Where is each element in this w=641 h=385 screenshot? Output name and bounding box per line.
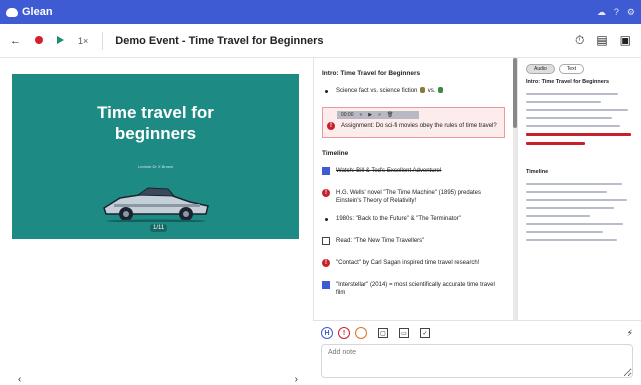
timeline-item[interactable]: 1980s: "Back to the Future" & "The Termi… xyxy=(322,215,505,227)
rewind-icon[interactable]: « xyxy=(360,112,363,118)
image-icon[interactable]: ▢ xyxy=(378,328,388,338)
previous-slide-icon[interactable]: ‹ xyxy=(18,374,21,385)
slide-preview[interactable]: Time travel for beginners Lecture Dr X B… xyxy=(12,74,299,239)
assignment-note: ! Assignment: Do sci-fi movies obey the … xyxy=(327,122,500,134)
slide-title-line-2: beginners xyxy=(114,124,197,143)
overview-panel: Audio Text Intro: Time Travel for Beginn… xyxy=(517,58,641,320)
notes-panel: Intro: Time Travel for Beginners Science… xyxy=(313,58,513,320)
glean-logo-icon xyxy=(6,7,18,17)
timeline-item-text: "Contact" by Carl Sagan inspired time tr… xyxy=(336,260,480,266)
tab-text[interactable]: Text xyxy=(558,64,584,74)
slide-page-indicator: 1/11 xyxy=(150,224,168,232)
bullet-icon xyxy=(325,90,328,93)
audio-time: 00:00 xyxy=(341,112,354,118)
help-icon[interactable]: ? xyxy=(614,7,619,18)
alert-icon: ! xyxy=(327,122,335,130)
slide-icon[interactable]: ▭ xyxy=(399,328,409,338)
emoji-alien-icon xyxy=(438,87,444,94)
page-title: Demo Event - Time Travel for Beginners xyxy=(115,34,324,47)
playback-speed-button[interactable]: 1× xyxy=(78,36,88,46)
audio-player: 00:00 « ▶ » 🗑 xyxy=(337,111,419,119)
note-composer: H ! ▢ ▭ ✓ ⚡ xyxy=(313,320,641,385)
timeline-item[interactable]: ! "Contact" by Carl Sagan inspired time t… xyxy=(322,259,505,271)
cloud-icon[interactable]: ☁ xyxy=(597,7,606,18)
record-icon xyxy=(35,35,43,44)
document-icon[interactable]: ▤ xyxy=(596,33,607,48)
emoji-icon xyxy=(420,87,426,94)
note-item[interactable]: Science fact vs. science fiction vs. xyxy=(322,87,505,99)
lightning-icon[interactable]: ⚡ xyxy=(627,328,633,339)
play-icon xyxy=(57,35,64,44)
bullet-icon xyxy=(325,218,328,221)
timeline-item-text: 1980s: "Back to the Future" & "The Termi… xyxy=(336,216,461,222)
timeline-item[interactable]: Read: "The New Time Travellers" xyxy=(322,237,505,249)
settings-icon[interactable]: ⚙ xyxy=(627,7,635,18)
next-slide-icon[interactable]: › xyxy=(295,374,298,385)
selected-note[interactable]: 00:00 « ▶ » 🗑 ! Assignment: Do sci-fi mo… xyxy=(322,107,505,138)
timeline-item-text: H.G. Wells' novel "The Time Machine" (18… xyxy=(336,190,482,204)
app-bar: Glean ☁ ? ⚙ xyxy=(0,0,641,24)
delete-icon[interactable]: 🗑 xyxy=(387,112,393,118)
play-icon[interactable]: ▶ xyxy=(368,112,372,118)
timeline-item[interactable]: "Interstellar" (2014) = most scientifica… xyxy=(322,281,505,297)
play-button[interactable] xyxy=(57,35,64,47)
checkbox-icon[interactable] xyxy=(322,281,330,289)
emoji-button[interactable] xyxy=(355,327,367,339)
checkbox-icon[interactable]: ✓ xyxy=(420,328,430,338)
slide-subtitle: Lecture Dr X Brown xyxy=(138,164,173,169)
toolbar-divider xyxy=(102,31,104,50)
toolbar: ← 1× Demo Event - Time Travel for Beginn… xyxy=(0,24,641,58)
section-heading-timeline: Timeline xyxy=(322,150,349,157)
timeline-item-text: Read: "The New Time Travellers" xyxy=(336,238,425,244)
section-heading-intro: Intro: Time Travel for Beginners xyxy=(322,70,421,77)
record-button[interactable] xyxy=(35,35,43,47)
timeline-item-text: "Interstellar" (2014) = most scientifica… xyxy=(336,282,495,296)
layout-icon[interactable]: ▣ xyxy=(620,33,631,48)
alert-icon: ! xyxy=(322,189,330,197)
back-arrow-icon[interactable]: ← xyxy=(10,35,21,47)
assignment-text: Assignment: Do sci-fi movies obey the ru… xyxy=(341,123,497,129)
fast-forward-icon[interactable]: » xyxy=(378,112,381,118)
app-name: Glean xyxy=(22,6,53,18)
heading-button[interactable]: H xyxy=(321,327,333,339)
important-button[interactable]: ! xyxy=(338,327,350,339)
overview-highlight xyxy=(526,133,631,136)
timeline-list: Watch: Bill & Ted's Excellent Adventure!… xyxy=(322,167,505,297)
timeline-item-text: Watch: Bill & Ted's Excellent Adventure! xyxy=(336,168,442,174)
tab-audio[interactable]: Audio xyxy=(526,64,555,74)
add-note-input[interactable] xyxy=(321,344,633,378)
timeline-item[interactable]: ! H.G. Wells' novel "The Time Machine" (1… xyxy=(322,189,505,205)
timer-icon[interactable]: ⏱ xyxy=(575,33,584,48)
timeline-item[interactable]: Watch: Bill & Ted's Excellent Adventure! xyxy=(322,167,505,179)
slide-title: Time travel for beginners xyxy=(12,102,299,144)
car-illustration xyxy=(103,187,209,222)
slide-title-line-1: Time travel for xyxy=(97,103,214,122)
overview-heading: Intro: Time Travel for Beginners xyxy=(526,79,610,85)
checkbox-icon[interactable] xyxy=(322,237,330,245)
alert-icon: ! xyxy=(322,259,330,267)
app-logo[interactable]: Glean xyxy=(6,6,53,18)
overview-timeline-heading: Timeline xyxy=(526,169,549,175)
checkbox-icon[interactable] xyxy=(322,167,330,175)
note-text: Science fact vs. science fiction vs. xyxy=(336,87,444,95)
